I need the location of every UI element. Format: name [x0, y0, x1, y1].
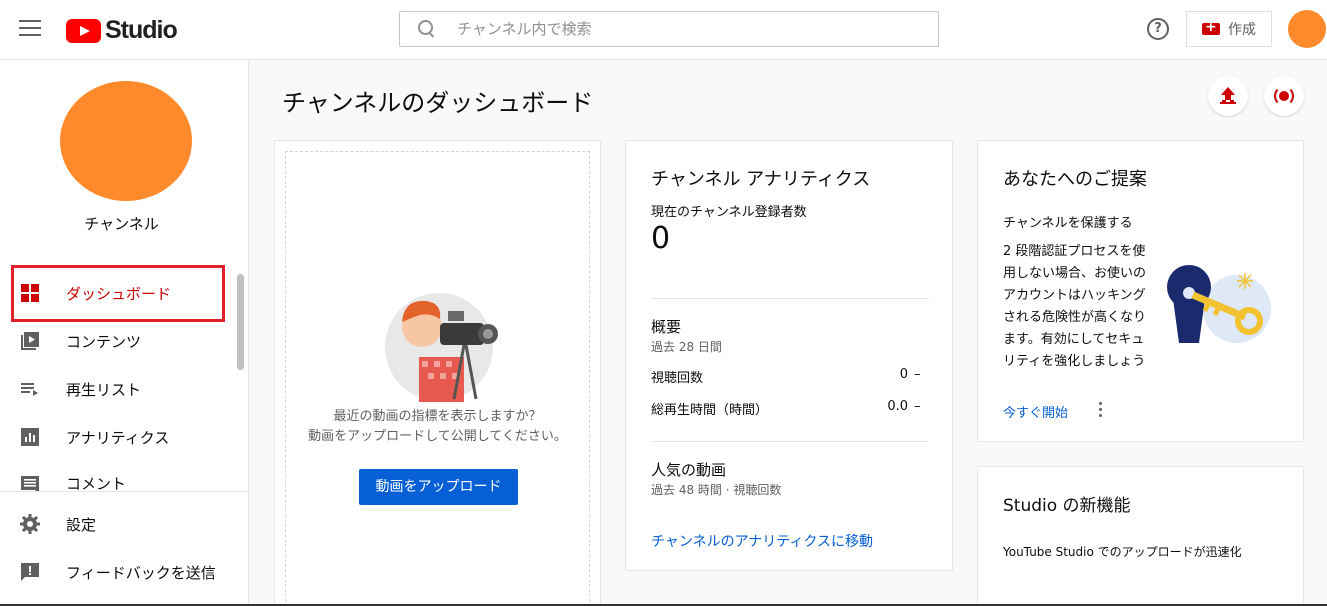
sidebar-item-comments[interactable]: コメント — [0, 461, 243, 491]
start-now-link[interactable]: 今すぐ開始 — [1003, 402, 1068, 421]
sidebar-item-label: アナリティクス — [66, 428, 170, 447]
upload-icon-base — [1220, 102, 1236, 104]
sidebar-item-label: 設定 — [66, 515, 97, 534]
security-key-illustration-icon — [1167, 265, 1271, 343]
sidebar-item-playlists[interactable]: 再生リスト — [0, 365, 243, 413]
suggestion-card-title: あなたへのご提案 — [1003, 169, 1147, 190]
whats-new-card: Studio の新機能 YouTube Studio でのアップロードが迅速化 — [977, 466, 1304, 606]
summary-title: 概要 — [651, 318, 682, 336]
sidebar-item-label: コメント — [66, 475, 127, 491]
creator-illustration-icon — [385, 293, 498, 402]
popular-videos-period: 過去 48 時間 · 視聴回数 — [651, 483, 782, 497]
logo-text: Studio — [105, 16, 178, 44]
channel-name[interactable]: チャンネル — [0, 213, 243, 234]
youtube-logo-icon — [66, 18, 101, 43]
whats-new-title: Studio の新機能 — [1003, 496, 1131, 516]
playlist-icon — [18, 377, 42, 401]
search-box[interactable] — [399, 11, 939, 47]
views-label: 視聴回数 — [651, 371, 704, 386]
sidebar-item-content[interactable]: コンテンツ — [0, 317, 243, 365]
analytics-card-title: チャンネル アナリティクス — [651, 169, 871, 190]
search-icon[interactable] — [418, 20, 436, 38]
upload-video-button[interactable]: 動画をアップロード — [359, 469, 518, 505]
menu-icon[interactable] — [19, 20, 41, 38]
sidebar-item-settings[interactable]: 設定 — [0, 500, 243, 548]
views-change: – — [914, 367, 921, 382]
top-bar: Studio ? 作成 — [0, 0, 1327, 60]
analytics-icon — [18, 425, 42, 449]
upload-prompt-text: 最近の動画の指標を表示しますか？ 動画をアップロードして公開してください。 — [285, 407, 590, 447]
channel-avatar[interactable] — [60, 81, 192, 201]
content-icon — [18, 329, 42, 353]
sidebar: チャンネル ダッシュボード コンテンツ 再生リスト アナリティクス コメント 設… — [0, 61, 249, 606]
watch-time-value: 0.0 — [887, 399, 908, 414]
gear-icon — [18, 512, 42, 536]
summary-period: 過去 28 日間 — [651, 340, 722, 354]
channel-analytics-card: チャンネル アナリティクス 現在のチャンネル登録者数 0 概要 過去 28 日間… — [625, 140, 953, 571]
sidebar-item-feedback[interactable]: フィードバックを送信 — [0, 548, 243, 596]
page-title: チャンネルのダッシュボード — [282, 89, 594, 117]
suggestion-subtitle: チャンネルを保護する — [1003, 216, 1133, 231]
upload-icon[interactable] — [1208, 76, 1248, 116]
subscribers-count: 0 — [651, 221, 671, 256]
prompt-line-2: 動画をアップロードして公開してください。 — [308, 429, 567, 444]
sidebar-scrollbar[interactable] — [237, 274, 244, 370]
subscribers-label: 現在のチャンネル登録者数 — [651, 205, 807, 220]
studio-logo[interactable]: Studio — [66, 16, 178, 45]
prompt-line-1: 最近の動画の指標を表示しますか？ — [333, 409, 542, 424]
watch-time-label: 総再生時間（時間） — [651, 403, 769, 418]
create-video-icon — [1202, 19, 1220, 35]
sidebar-item-label: コンテンツ — [66, 332, 142, 351]
sidebar-item-label: 再生リスト — [66, 380, 142, 399]
divider — [651, 441, 929, 442]
go-to-analytics-link[interactable]: チャンネルのアナリティクスに移動 — [651, 531, 873, 551]
watch-time-change: – — [914, 399, 921, 414]
active-item-highlight — [11, 265, 225, 322]
help-icon[interactable]: ? — [1147, 18, 1169, 40]
more-options-icon[interactable] — [1097, 402, 1103, 418]
sidebar-divider — [0, 491, 249, 492]
suggestion-body: 2 段階認証プロセスを使用しない場合、お使いのアカウントはハッキングされる危険性… — [1003, 244, 1147, 369]
live-dot-icon — [1279, 91, 1289, 101]
comment-icon — [18, 473, 42, 491]
upload-prompt-card: 最近の動画の指標を表示しますか？ 動画をアップロードして公開してください。 動画… — [274, 140, 601, 606]
whats-new-item[interactable]: YouTube Studio でのアップロードが迅速化 — [1003, 542, 1253, 563]
sidebar-item-analytics[interactable]: アナリティクス — [0, 413, 243, 461]
account-avatar[interactable] — [1288, 10, 1326, 48]
suggestion-card: あなたへのご提案 チャンネルを保護する 2 段階認証プロセスを使用しない場合、お… — [977, 140, 1304, 442]
views-value: 0 — [899, 367, 908, 382]
sidebar-item-label: フィードバックを送信 — [66, 563, 216, 582]
search-input[interactable] — [457, 20, 897, 38]
create-button-label: 作成 — [1228, 22, 1256, 38]
popular-videos-title: 人気の動画 — [651, 461, 727, 479]
feedback-icon — [18, 560, 42, 584]
create-button[interactable]: 作成 — [1186, 11, 1272, 47]
divider — [651, 298, 929, 299]
